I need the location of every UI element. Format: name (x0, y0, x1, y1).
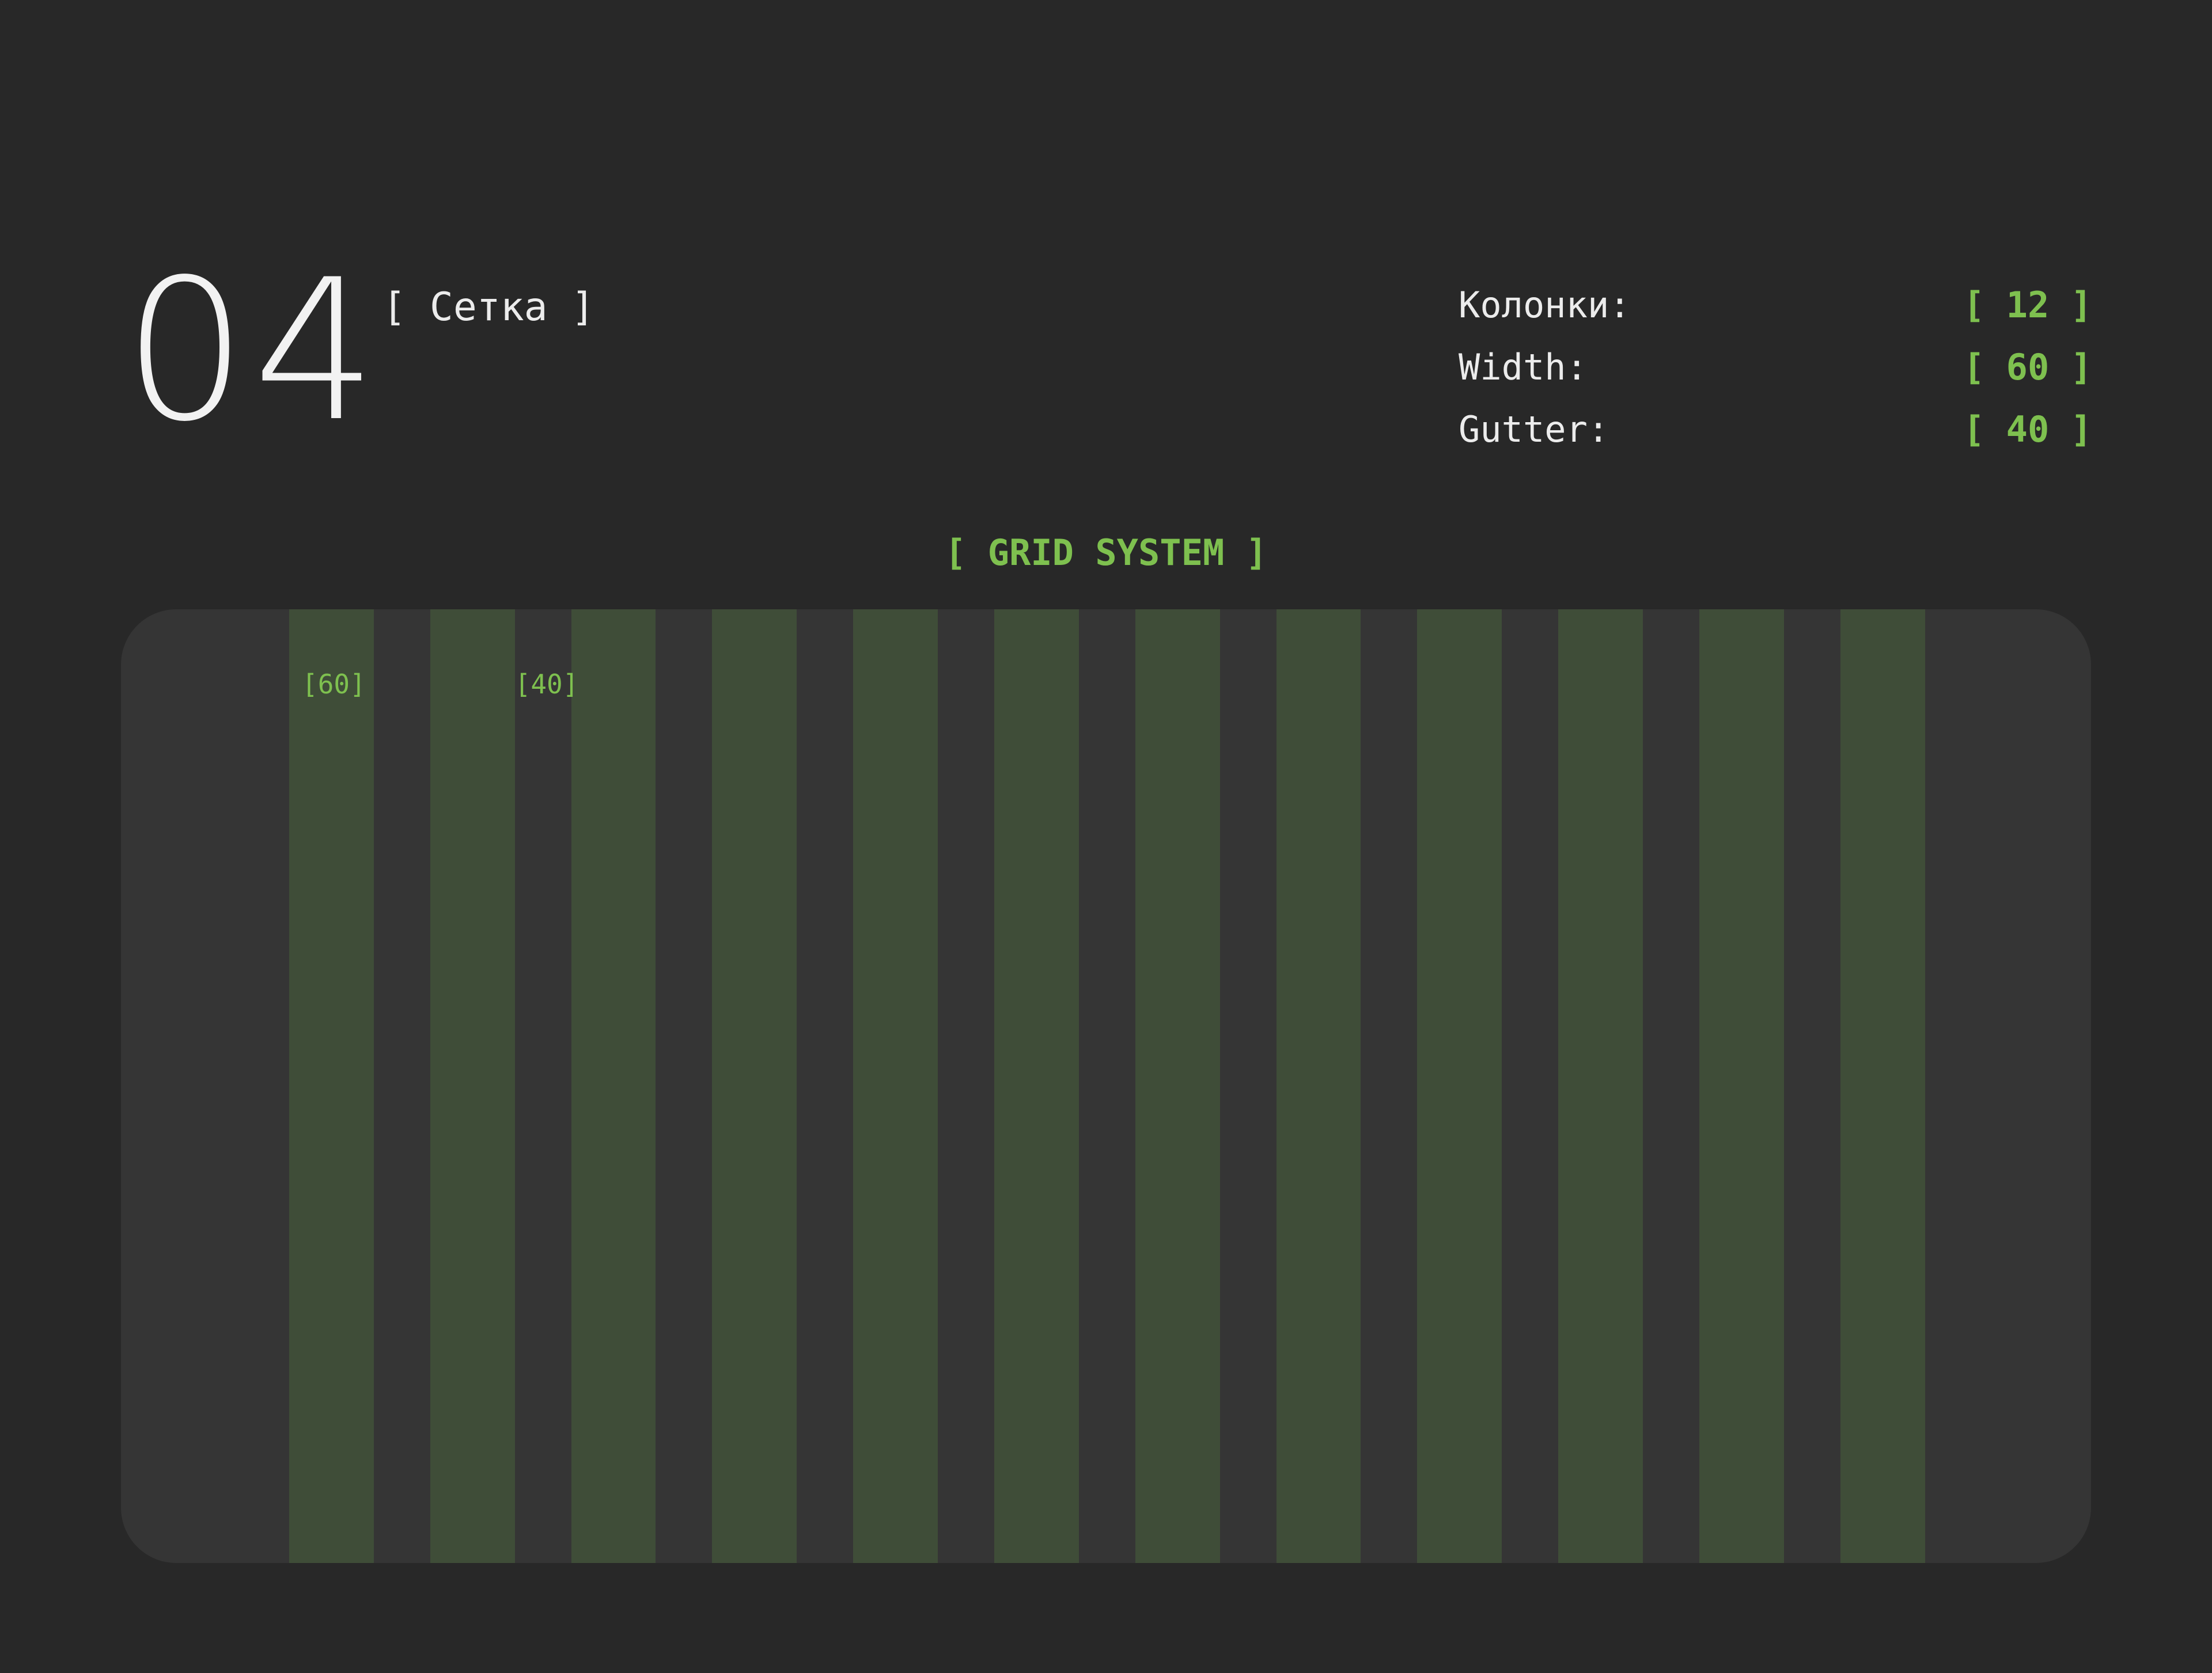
grid-specs: Колонки: [ 12 ] Width: [ 60 ] Gutter: [ … (1459, 282, 2092, 469)
grid-column (853, 609, 938, 1563)
spec-label-width: Width: (1459, 346, 1588, 388)
grid-column (1558, 609, 1643, 1563)
spec-row-width: Width: [ 60 ] (1459, 344, 2092, 407)
spec-label-columns: Колонки: (1459, 284, 1631, 326)
spec-label-gutter: Gutter: (1459, 408, 1609, 450)
grid-column (1135, 609, 1220, 1563)
spec-value-width: [ 60 ] (1963, 346, 2092, 388)
grid-heading: [ GRID SYSTEM ] (945, 532, 1267, 574)
spec-row-gutter: Gutter: [ 40 ] (1459, 407, 2092, 469)
grid-column (1417, 609, 1502, 1563)
gutter-width-note: [40] (514, 669, 579, 700)
section-number: 04 (123, 237, 383, 464)
grid-column (430, 609, 515, 1563)
spec-row-columns: Колонки: [ 12 ] (1459, 282, 2092, 344)
grid-column (1840, 609, 1925, 1563)
column-width-note: [60] (302, 669, 366, 700)
grid-column (289, 609, 374, 1563)
grid-column (994, 609, 1079, 1563)
grid-column (1699, 609, 1784, 1563)
grid-preview-panel: [60] [40] (121, 609, 2091, 1563)
spec-value-columns: [ 12 ] (1963, 284, 2092, 326)
spec-value-gutter: [ 40 ] (1963, 408, 2092, 450)
grid-column (571, 609, 656, 1563)
section-title: [ Сетка ] (382, 284, 595, 330)
grid-column (712, 609, 797, 1563)
grid-column (1276, 609, 1361, 1563)
